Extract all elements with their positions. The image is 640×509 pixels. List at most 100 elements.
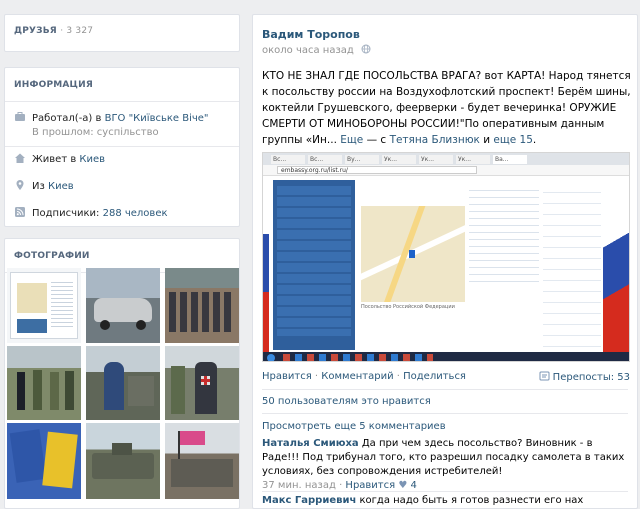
heart-icon: ♥ [398, 480, 408, 491]
browser-tab-active: Ва... [493, 155, 527, 164]
photo-person [65, 371, 74, 410]
browser-tab: Ву... [345, 155, 379, 164]
photo-person [17, 372, 25, 410]
from-row: Из Киев [14, 179, 233, 192]
photo-thumb[interactable] [86, 423, 160, 499]
post-more-link[interactable]: Еще [340, 134, 363, 146]
photo-turret [112, 443, 132, 455]
post-attachment-image[interactable]: Вс... Вс... Ву... Ук... Ук... Ук... Ва..… [262, 152, 630, 362]
browser-addressbar: embassy.org.ru/list.ru/ [263, 165, 629, 176]
photo-person [50, 372, 59, 410]
from-prefix: Из [32, 181, 48, 192]
post-author[interactable]: Вадим Торопов [262, 28, 360, 41]
repost-icon [539, 371, 550, 381]
tagged-others-link[interactable]: еще 15 [493, 134, 533, 146]
photo-wheel [136, 320, 146, 330]
photo-vehicle [171, 459, 233, 487]
info-title: ИНФОРМАЦИЯ [14, 80, 93, 90]
divider [5, 146, 239, 147]
from-city-link[interactable]: Киев [48, 181, 74, 192]
comment-time[interactable]: 37 мин. назад [262, 480, 336, 491]
photo-flag [179, 431, 205, 445]
friends-header[interactable]: ДРУЗЬЯ · 3 327 [14, 26, 93, 36]
photo-wheel [100, 320, 110, 330]
post-with-prefix: — с [366, 134, 387, 146]
photo-panel [17, 319, 47, 333]
list-area [51, 279, 73, 329]
photo-person [195, 362, 217, 414]
map-caption: Посольство Российской Федерации [361, 304, 455, 310]
subscribers-prefix: Подписчики: [32, 208, 103, 219]
browser-tab: Вс... [271, 155, 305, 164]
divider [262, 413, 628, 414]
comment: Наталья Смиюха Да при чем здесь посольст… [262, 437, 630, 493]
comment-button[interactable]: Комментарий [321, 371, 393, 382]
friends-block[interactable]: ДРУЗЬЯ · 3 327 [4, 14, 240, 52]
work-prefix: Работал(-а) в [32, 113, 105, 124]
post-time[interactable]: около часа назад [262, 44, 371, 56]
divider [262, 389, 628, 390]
photo-thumb[interactable] [165, 423, 239, 499]
wall-post: Вадим Торопов около часа назад КТО НЕ ЗН… [252, 14, 638, 509]
site-nav [273, 180, 355, 350]
photo-document [42, 431, 78, 489]
browser-tab: Ук... [382, 155, 416, 164]
red-cross-icon [201, 376, 210, 385]
browser-page: Посольство Российской Федерации [263, 176, 629, 352]
post-time-text: около часа назад [262, 45, 354, 56]
photo-thumb[interactable] [86, 268, 160, 343]
flag-strip-left [263, 176, 269, 352]
comment-like-count[interactable]: 4 [411, 480, 417, 491]
lives-prefix: Живет в [32, 154, 80, 165]
comment-author[interactable]: Наталья Смиюха [262, 438, 359, 449]
post-and: и [483, 134, 491, 146]
photo-car [94, 298, 152, 322]
like-button[interactable]: Нравится [262, 371, 312, 382]
os-taskbar [263, 352, 629, 361]
likes-summary[interactable]: 50 пользователям это нравится [262, 396, 431, 407]
comment-text: когда надо быть я готов разнести его нах [359, 495, 584, 506]
post-text: КТО НЕ ЗНАЛ ГДЕ ПОСОЛЬСТВА ВРАГА? вот КА… [262, 68, 634, 148]
photo-thumb[interactable] [7, 423, 81, 499]
info-block: ИНФОРМАЦИЯ Работал(-а) в ВГО "Київське В… [4, 67, 240, 227]
photo-person [33, 370, 42, 410]
photo-thumb[interactable] [7, 346, 81, 420]
start-button-icon [267, 354, 275, 361]
browser-tabbar: Вс... Вс... Ву... Ук... Ук... Ук... Ва..… [263, 153, 629, 165]
photo-thumb[interactable] [86, 346, 160, 420]
lives-city-link[interactable]: Киев [79, 154, 105, 165]
browser-tab: Вс... [308, 155, 342, 164]
photos-title[interactable]: ФОТОГРАФИИ [14, 251, 90, 261]
reposts-text: Перепосты: 53 [552, 372, 630, 383]
comment-like-button[interactable]: Нравится [345, 480, 395, 491]
photo-thumb[interactable] [165, 346, 239, 420]
subscribers-count[interactable]: 288 человек [103, 208, 168, 219]
work-org-link[interactable]: ВГО "Київське Віче" [105, 113, 209, 124]
period: . [532, 134, 537, 146]
photo-thumb[interactable] [7, 268, 81, 343]
photo-document [9, 429, 47, 483]
share-button[interactable]: Поделиться [403, 371, 466, 382]
browser-tab: Ук... [419, 155, 453, 164]
comment-author[interactable]: Макс Гарриевич [262, 495, 356, 506]
photo-person [104, 362, 124, 410]
tagged-person-link[interactable]: Тетяна Близнюк [390, 134, 480, 146]
map-marker-icon [409, 250, 415, 258]
friends-count: 3 327 [66, 26, 94, 36]
embassy-map [361, 206, 465, 302]
post-actions: Нравится · Комментарий · Поделиться Пере… [262, 371, 630, 383]
photo-thumb[interactable] [165, 268, 239, 343]
browser-url: embassy.org.ru/list.ru/ [277, 166, 477, 174]
photo-crowd [169, 292, 235, 332]
subscribers-row[interactable]: Подписчики: 288 человек [14, 206, 233, 219]
photo-apc [92, 453, 154, 479]
reposts-counter[interactable]: Перепосты: 53 [539, 371, 630, 383]
photos-block: ФОТОГРАФИИ [4, 238, 240, 509]
location-pin-icon [14, 179, 26, 191]
divider [262, 491, 628, 492]
briefcase-icon [14, 111, 26, 123]
globe-icon [361, 44, 371, 54]
show-more-comments[interactable]: Просмотреть еще 5 комментариев [262, 421, 446, 432]
map-road [380, 206, 428, 302]
browser-tab: Ук... [456, 155, 490, 164]
